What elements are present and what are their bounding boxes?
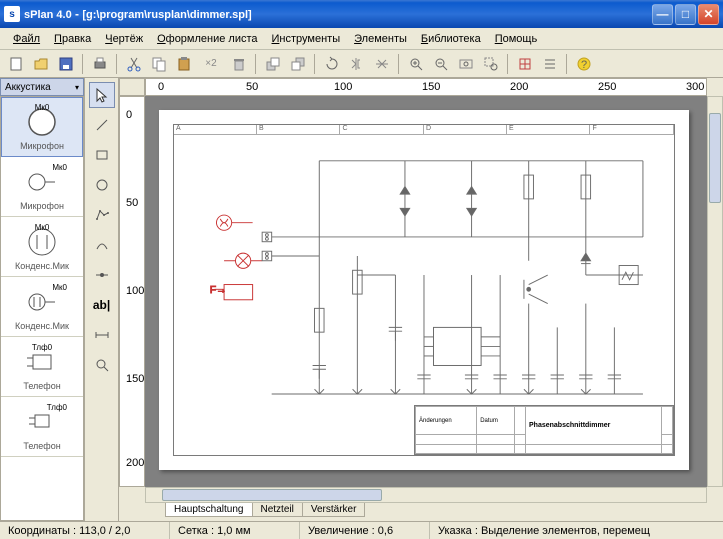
tool-tray: ab| [85, 78, 119, 521]
print-icon[interactable] [88, 53, 111, 75]
sheet-tabs: Hauptschaltung Netzteil Verstärker [145, 503, 707, 521]
svg-text:F→: F→ [210, 285, 227, 296]
title-block: ÄnderungenDatumPhasenabschnittdimmer [414, 405, 674, 455]
rect-tool-icon[interactable] [89, 142, 115, 168]
window-title: sPlan 4.0 - [g:\program\rusplan\dimmer.s… [24, 7, 652, 21]
cut-icon[interactable] [122, 53, 145, 75]
vertical-ruler: 0 50 100 150 200 [119, 96, 145, 487]
page: A B C D E F [159, 110, 689, 470]
close-button[interactable]: ✕ [698, 4, 719, 25]
ruler-corner [119, 78, 145, 96]
duplicate-x2-icon[interactable]: ×2 [197, 53, 225, 75]
to-back-icon[interactable] [286, 53, 309, 75]
component-palette: Аккустика Мк0 Микрофон Мк0 Микрофон Мк0 … [0, 78, 85, 521]
zoom-out-icon[interactable] [429, 53, 452, 75]
open-icon[interactable] [29, 53, 52, 75]
menu-tools[interactable]: Инструменты [265, 31, 348, 47]
svg-text:?: ? [580, 59, 586, 71]
save-icon[interactable] [54, 53, 77, 75]
paste-icon[interactable] [172, 53, 195, 75]
node-tool-icon[interactable] [89, 262, 115, 288]
snap-icon[interactable] [513, 53, 536, 75]
sheet-tab[interactable]: Hauptschaltung [165, 503, 253, 517]
vertical-scrollbar[interactable] [707, 96, 723, 487]
palette-category[interactable]: Аккустика [0, 78, 84, 96]
minimize-button[interactable]: — [652, 4, 673, 25]
titlebar: s sPlan 4.0 - [g:\program\rusplan\dimmer… [0, 0, 723, 28]
rotate-icon[interactable] [320, 53, 343, 75]
status-zoom: Увеличение : 0,6 [300, 522, 430, 539]
zoom-select-icon[interactable] [479, 53, 502, 75]
zoom-in-icon[interactable] [404, 53, 427, 75]
circle-tool-icon[interactable] [89, 172, 115, 198]
menu-file[interactable]: Файл [6, 31, 47, 47]
palette-item[interactable]: Мк0 Конденс.Мик [1, 277, 83, 337]
line-tool-icon[interactable] [89, 112, 115, 138]
palette-item[interactable]: Тлф0 Телефон [1, 397, 83, 457]
menu-elements[interactable]: Элементы [347, 31, 414, 47]
sheet-tab[interactable]: Netzteil [252, 503, 303, 517]
canvas-area: 0 50 100 150 200 250 300 0 50 100 150 20… [119, 78, 723, 521]
help-icon[interactable]: ? [572, 53, 595, 75]
polygon-tool-icon[interactable] [89, 202, 115, 228]
palette-item[interactable]: Мк0 Микрофон [1, 157, 83, 217]
horizontal-scrollbar[interactable] [145, 487, 707, 503]
text-tool-icon[interactable]: ab| [89, 292, 115, 318]
list-icon[interactable] [538, 53, 561, 75]
zoom-fit-icon[interactable] [454, 53, 477, 75]
toolbar: ×2 ? [0, 50, 723, 78]
status-grid: Сетка : 1,0 мм [170, 522, 300, 539]
copy-icon[interactable] [147, 53, 170, 75]
status-coords: Координаты : 113,0 / 2,0 [0, 522, 170, 539]
bezier-tool-icon[interactable] [89, 232, 115, 258]
menu-drawing[interactable]: Чертёж [98, 31, 150, 47]
statusbar: Координаты : 113,0 / 2,0 Сетка : 1,0 мм … [0, 521, 723, 539]
new-icon[interactable] [4, 53, 27, 75]
flip-h-icon[interactable] [345, 53, 368, 75]
pointer-tool-icon[interactable] [89, 82, 115, 108]
dimension-tool-icon[interactable] [89, 322, 115, 348]
palette-item[interactable]: Тлф0 Телефон [1, 337, 83, 397]
menu-edit[interactable]: Правка [47, 31, 98, 47]
sheet-tab[interactable]: Verstärker [302, 503, 366, 517]
to-front-icon[interactable] [261, 53, 284, 75]
menu-page[interactable]: Оформление листа [150, 31, 264, 47]
palette-item[interactable]: Мк0 Конденс.Мик [1, 217, 83, 277]
menu-help[interactable]: Помощь [488, 31, 545, 47]
schematic-drawing: F→ [186, 137, 662, 442]
menubar: Файл Правка Чертёж Оформление листа Инст… [0, 28, 723, 50]
delete-icon[interactable] [227, 53, 250, 75]
menu-library[interactable]: Библиотека [414, 31, 488, 47]
zoom-tool-icon[interactable] [89, 352, 115, 378]
palette-item[interactable]: Мк0 Микрофон [1, 97, 83, 157]
status-hint: Указка : Выделение элементов, перемещ [430, 522, 723, 539]
drawing-canvas[interactable]: A B C D E F [145, 96, 707, 487]
maximize-button[interactable]: □ [675, 4, 696, 25]
flip-v-icon[interactable] [370, 53, 393, 75]
app-icon: s [4, 6, 20, 22]
horizontal-ruler: 0 50 100 150 200 250 300 [145, 78, 707, 96]
